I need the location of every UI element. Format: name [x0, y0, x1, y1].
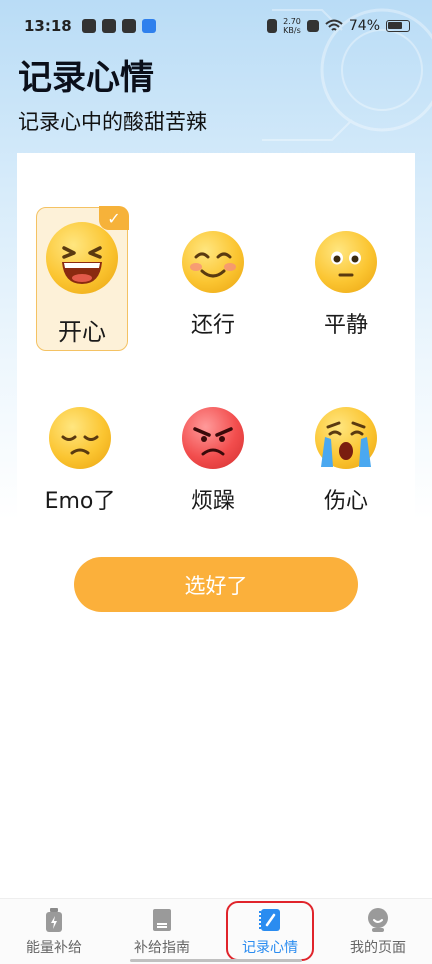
- mood-label: 平静: [323, 313, 368, 338]
- tab-record-mood[interactable]: 记录心情: [222, 899, 318, 964]
- mood-option-calm[interactable]: 平静: [300, 213, 392, 357]
- tab-supply-guide[interactable]: 补给指南: [114, 899, 210, 964]
- video-app-icon: [121, 19, 136, 33]
- crying-face-icon: [315, 407, 377, 469]
- battery-percent: 74%: [348, 18, 380, 34]
- energy-bottle-icon: [46, 908, 62, 932]
- mood-label: 还行: [190, 313, 235, 338]
- highlight-box: [226, 901, 314, 961]
- angry-face-icon: [182, 407, 244, 469]
- leaf-app-icon: [81, 19, 96, 33]
- status-bar: 13:18 2.70 KB/s 74%: [0, 0, 432, 52]
- mood-label: Emo了: [44, 489, 116, 514]
- mood-label: 烦躁: [190, 489, 235, 514]
- status-time: 13:18: [24, 17, 72, 35]
- mood-selection-card: ✓ 开心 还行 平静 Emo了 烦躁 伤心: [17, 153, 415, 520]
- alipay-app-icon: [141, 19, 156, 33]
- mood-option-happy[interactable]: ✓ 开心: [36, 206, 129, 351]
- bottom-tab-bar: 能量补给 补给指南 记录心情 我的页面: [0, 898, 432, 964]
- tab-my-page[interactable]: 我的页面: [330, 899, 426, 964]
- sad-face-icon: [49, 407, 111, 469]
- tab-label: 能量补给: [26, 940, 82, 956]
- tab-label: 我的页面: [350, 940, 406, 956]
- laughing-face-icon: [46, 222, 118, 294]
- profile-avatar-icon: [368, 908, 388, 932]
- mood-option-okay[interactable]: 还行: [167, 213, 259, 357]
- mood-label: 伤心: [323, 489, 368, 514]
- wifi-icon: [325, 19, 343, 31]
- smiling-face-icon: [182, 231, 244, 293]
- vibrate-icon: [267, 19, 278, 33]
- network-speed: 2.70 KB/s: [283, 17, 301, 35]
- mood-option-irritated[interactable]: 烦躁: [167, 389, 259, 533]
- guide-book-icon: [153, 909, 171, 931]
- battery-icon: [386, 20, 410, 32]
- tab-energy-supply[interactable]: 能量补给: [6, 899, 102, 964]
- confirm-mood-button[interactable]: 选好了: [74, 557, 358, 612]
- mail-app-icon: [101, 19, 116, 33]
- page-title: 记录心情: [18, 58, 154, 98]
- neutral-face-icon: [315, 231, 377, 293]
- no-sim-icon: [306, 20, 319, 32]
- mood-option-sad[interactable]: 伤心: [300, 389, 392, 533]
- page-subtitle: 记录心中的酸甜苦辣: [18, 110, 207, 134]
- home-indicator: [130, 959, 302, 962]
- tab-label: 补给指南: [134, 940, 190, 956]
- mood-option-emo[interactable]: Emo了: [34, 389, 126, 533]
- mood-label: 开心: [58, 318, 106, 346]
